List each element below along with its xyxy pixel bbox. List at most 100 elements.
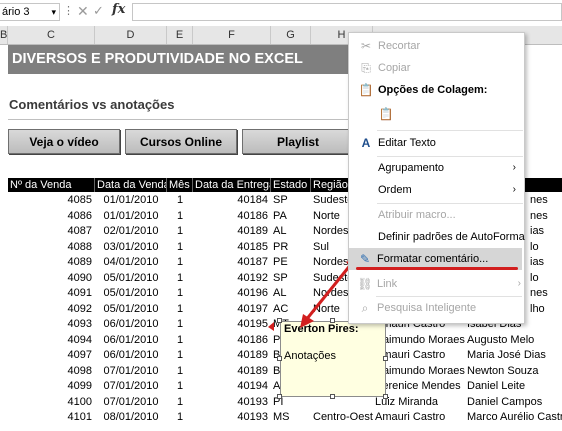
cell-mes[interactable]: 1 (167, 224, 193, 239)
cell-data-venda[interactable]: 04/01/2010 (95, 255, 167, 270)
header-nr-venda[interactable]: Nº da Venda (8, 178, 95, 192)
cell-data-entrega[interactable]: 40189 (193, 224, 271, 239)
paste-option[interactable]: 📋 (349, 103, 524, 125)
cell-mes[interactable]: 1 (167, 240, 193, 255)
cell-nr-venda[interactable]: 4094 (8, 333, 95, 348)
cell-cliente-partial[interactable]: lho (528, 302, 562, 317)
cell-mes[interactable]: 1 (167, 410, 193, 425)
resize-handle[interactable] (383, 356, 388, 361)
cell-data-venda[interactable]: 06/01/2010 (95, 317, 167, 332)
header-data-entrega[interactable]: Data da Entrega (193, 178, 271, 192)
cell-data-venda[interactable]: 06/01/2010 (95, 333, 167, 348)
cell-regiao[interactable]: Centro-Oeste (311, 410, 373, 425)
playlist-button[interactable]: Playlist (242, 129, 354, 154)
header-mes[interactable]: Mês (167, 178, 193, 192)
cell-data-venda[interactable]: 07/01/2010 (95, 395, 167, 410)
cell-data-venda[interactable]: 02/01/2010 (95, 224, 167, 239)
cell-estado[interactable]: AL (271, 224, 311, 239)
cell-mes[interactable]: 1 (167, 379, 193, 394)
header-data-venda[interactable]: Data da Venda (95, 178, 167, 192)
menu-item-atribuir-macro[interactable]: Atribuir macro... (349, 204, 524, 226)
video-button[interactable]: Veja o vídeo (8, 129, 120, 154)
cell-data-entrega[interactable]: 40196 (193, 286, 271, 301)
cell-nr-venda[interactable]: 4098 (8, 364, 95, 379)
cell-data-entrega[interactable]: 40186 (193, 209, 271, 224)
insert-function-icon[interactable]: fx (112, 2, 125, 17)
formula-input[interactable] (132, 3, 562, 21)
cell-data-entrega[interactable]: 40192 (193, 271, 271, 286)
cell-data-venda[interactable]: 07/01/2010 (95, 379, 167, 394)
column-header-b[interactable]: B (0, 26, 8, 44)
cell-cliente[interactable]: Daniel Leite (465, 379, 562, 394)
cell-data-venda[interactable]: 05/01/2010 (95, 271, 167, 286)
drag-handle-icon[interactable]: ⋮ (63, 4, 74, 17)
cell-data-entrega[interactable]: 40193 (193, 410, 271, 425)
cell-data-entrega[interactable]: 40184 (193, 193, 271, 208)
cell-cliente[interactable]: Newton Souza (465, 364, 562, 379)
cell-cliente[interactable]: Marco Aurélio Castro (465, 410, 562, 425)
cell-data-entrega[interactable]: 40189 (193, 348, 271, 363)
cell-vendedor[interactable]: Raimundo Moraes (373, 364, 465, 379)
cell-data-venda[interactable]: 03/01/2010 (95, 240, 167, 255)
cell-vendedor[interactable]: Amauri Castro (373, 410, 465, 425)
cancel-icon[interactable]: ✕ (77, 3, 89, 20)
resize-handle[interactable] (277, 394, 282, 399)
cell-estado[interactable]: SP (271, 271, 311, 286)
cell-data-entrega[interactable]: 40197 (193, 302, 271, 317)
menu-item-recortar[interactable]: ✂ Recortar (349, 35, 524, 57)
cell-mes[interactable]: 1 (167, 302, 193, 317)
cell-mes[interactable]: 1 (167, 364, 193, 379)
cell-vendedor[interactable]: Berenice Mendes (373, 379, 465, 394)
cell-estado[interactable]: AL (271, 286, 311, 301)
resize-handle[interactable] (330, 394, 335, 399)
cell-cliente[interactable]: Maria José Dias (465, 348, 562, 363)
cell-data-venda[interactable]: 01/01/2010 (95, 193, 167, 208)
cell-mes[interactable]: 1 (167, 348, 193, 363)
cell-estado[interactable]: AC (271, 302, 311, 317)
cell-cliente-partial[interactable]: nes (528, 209, 562, 224)
chevron-down-icon[interactable]: ▾ (51, 4, 56, 20)
cell-mes[interactable]: 1 (167, 209, 193, 224)
cell-mes[interactable]: 1 (167, 193, 193, 208)
cell-estado[interactable]: MS (271, 410, 311, 425)
cell-cliente-partial[interactable]: nes (528, 286, 562, 301)
column-header-g[interactable]: G (271, 26, 311, 44)
cell-cliente-partial[interactable]: lo (528, 271, 562, 286)
cell-data-venda[interactable]: 08/01/2010 (95, 410, 167, 425)
cell-nr-venda[interactable]: 4099 (8, 379, 95, 394)
cell-nr-venda[interactable]: 4089 (8, 255, 95, 270)
cell-nr-venda[interactable]: 4085 (8, 193, 95, 208)
cell-mes[interactable]: 1 (167, 271, 193, 286)
enter-icon[interactable]: ✓ (93, 3, 104, 19)
cell-nr-venda[interactable]: 4101 (8, 410, 95, 425)
cell-data-entrega[interactable]: 40185 (193, 240, 271, 255)
cell-nr-venda[interactable]: 4093 (8, 317, 95, 332)
cell-data-venda[interactable]: 07/01/2010 (95, 364, 167, 379)
cell-estado[interactable]: SP (271, 193, 311, 208)
resize-handle[interactable] (383, 394, 388, 399)
menu-item-ordem[interactable]: Ordem › (349, 179, 524, 201)
courses-button[interactable]: Cursos Online (125, 129, 237, 154)
cell-data-entrega[interactable]: 40193 (193, 395, 271, 410)
cell-cliente-partial[interactable]: nes (528, 193, 562, 208)
cell-mes[interactable]: 1 (167, 317, 193, 332)
cell-vendedor[interactable]: Raimundo Moraes (373, 333, 465, 348)
cell-nr-venda[interactable]: 4097 (8, 348, 95, 363)
cell-nr-venda[interactable]: 4087 (8, 224, 95, 239)
cell-cliente-partial[interactable]: ias (528, 255, 562, 270)
cell-nr-venda[interactable]: 4090 (8, 271, 95, 286)
cell-data-entrega[interactable]: 40186 (193, 333, 271, 348)
cell-mes[interactable]: 1 (167, 395, 193, 410)
resize-handle[interactable] (277, 318, 282, 323)
cell-cliente[interactable]: Augusto Melo (465, 333, 562, 348)
cell-data-entrega[interactable]: 40189 (193, 364, 271, 379)
column-header-f[interactable]: F (193, 26, 271, 44)
cell-mes[interactable]: 1 (167, 286, 193, 301)
resize-handle[interactable] (330, 318, 335, 323)
column-header-d[interactable]: D (95, 26, 167, 44)
cell-estado[interactable]: PR (271, 240, 311, 255)
cell-estado[interactable]: PA (271, 209, 311, 224)
cell-data-entrega[interactable]: 40194 (193, 379, 271, 394)
cell-cliente-partial[interactable]: ias (528, 224, 562, 239)
cell-data-venda[interactable]: 05/01/2010 (95, 286, 167, 301)
